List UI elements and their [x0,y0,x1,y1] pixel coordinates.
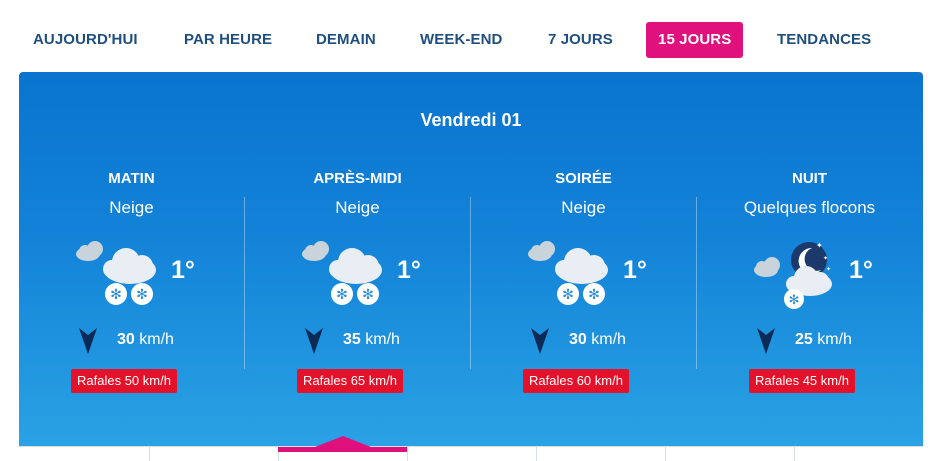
day-cell-divider [536,447,537,461]
wind-speed: 25 km/h [795,331,852,349]
wind-direction-icon [531,328,549,354]
wind-value: 30 [117,331,135,348]
svg-text:✻: ✻ [136,287,148,303]
day-cell-divider [407,447,408,461]
svg-text:✻: ✻ [336,287,348,303]
tab-tendances[interactable]: TENDANCES [765,22,883,58]
wind-value: 35 [343,331,361,348]
period-apres-midi: APRÈS-MIDI Neige ✻ ✻ 1° 35 km/h Rafales 6… [245,168,470,398]
night-snow-icon: ✦ ✦ ✦ ✻ [752,238,842,310]
tab-bar: AUJOURD'HUI PAR HEURE DEMAIN WEEK-END 7 … [0,0,931,72]
svg-text:✦: ✦ [826,266,831,273]
period-name: MATIN [108,170,155,187]
period-nuit: NUIT Quelques flocons ✦ ✦ ✦ ✻ 1° 25 km/h R… [697,168,922,398]
wind-value: 25 [795,331,813,348]
period-name: SOIRÉE [555,170,612,187]
gust-badge: Rafales 50 km/h [71,369,177,393]
temperature: 1° [849,256,873,284]
tab-demain[interactable]: DEMAIN [304,22,388,58]
wind-value: 30 [569,331,587,348]
day-cell-divider [665,447,666,461]
period-matin: MATIN Neige ✻ ✻ 1° 30 km/h Rafales 50 km/… [19,168,244,398]
snow-cloud-icon: ✻ ✻ [74,238,164,310]
wind-unit: km/h [365,331,400,348]
period-name: NUIT [792,170,827,187]
forecast-panel: Vendredi 01 MATIN Neige ✻ ✻ 1° 30 km/h Ra… [19,72,923,446]
gust-badge: Rafales 45 km/h [749,369,855,393]
snow-cloud-icon: ✻ ✻ [526,238,616,310]
day-title: Vendredi 01 [420,110,522,130]
period-name: APRÈS-MIDI [313,170,402,187]
wind-unit: km/h [139,331,174,348]
selected-day-pointer [315,436,371,447]
temperature: 1° [397,256,421,284]
wind-direction-icon [79,328,97,354]
tab-15-jours[interactable]: 15 JOURS [646,22,744,58]
period-condition: Neige [335,198,380,217]
gust-badge: Rafales 60 km/h [523,369,629,393]
svg-text:✦: ✦ [816,241,823,250]
day-cell-divider [149,447,150,461]
gust-badge: Rafales 65 km/h [297,369,403,393]
wind-speed: 30 km/h [569,331,626,349]
period-condition: Quelques flocons [743,198,876,217]
period-condition: Neige [561,198,606,217]
wind-speed: 35 km/h [343,331,400,349]
svg-text:✻: ✻ [110,287,122,303]
tab-aujourdhui[interactable]: AUJOURD'HUI [21,22,150,58]
day-cell-divider [794,447,795,461]
wind-speed: 30 km/h [117,331,174,349]
temperature: 1° [171,256,195,284]
svg-text:✻: ✻ [562,287,574,303]
wind-direction-icon [305,328,323,354]
wind-unit: km/h [591,331,626,348]
snow-cloud-icon: ✻ ✻ [300,238,390,310]
selected-day-indicator[interactable] [278,447,407,452]
wind-unit: km/h [817,331,852,348]
day-selector-strip [19,436,923,461]
temperature: 1° [623,256,647,284]
tab-7-jours[interactable]: 7 JOURS [536,22,625,58]
svg-text:✻: ✻ [588,287,600,303]
svg-text:✻: ✻ [362,287,374,303]
svg-text:✦: ✦ [823,255,828,262]
svg-text:✻: ✻ [789,293,800,308]
period-condition: Neige [109,198,154,217]
tab-week-end[interactable]: WEEK-END [408,22,514,58]
wind-direction-icon [757,328,775,354]
tab-par-heure[interactable]: PAR HEURE [172,22,284,58]
period-soiree: SOIRÉE Neige ✻ ✻ 1° 30 km/h Rafales 60 km… [471,168,696,398]
